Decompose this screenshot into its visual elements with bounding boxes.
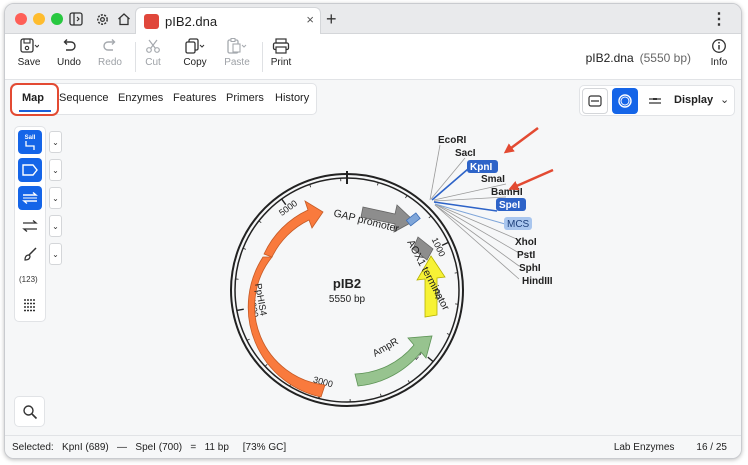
mcs-label[interactable]: MCS [507,219,530,230]
annotation-arrow-kpni [503,126,539,154]
tick-mark [446,333,450,336]
tick-label: 1000 [430,236,448,258]
enzyme-xhoi[interactable]: XhoI [515,237,537,248]
label-ampr: AmpR [371,336,401,359]
enzyme-set-label[interactable]: Lab Enzymes [614,442,675,453]
enzyme-sphi[interactable]: SphI [519,263,541,274]
tick-mark [264,364,268,367]
app-window: pIB2.dna × + ⋮ Save Undo Redo Cut Copy P… [4,3,742,459]
enzyme-kpni[interactable]: KpnI [470,162,492,173]
tick-mark [405,195,408,199]
tick-mark [407,380,411,384]
status-bar: Selected: KpnI (689) — SpeI (700) = 11 b… [5,435,741,458]
tick-label: 5000 [277,198,299,218]
enzyme-hindiii[interactable]: HindIII [522,276,553,287]
enzyme-saci[interactable]: SacI [455,148,476,159]
selection-status: Selected: KpnI (689) — SpeI (700) = 11 b… [12,442,287,453]
plasmid-length: 5550 bp [329,294,366,305]
tick-mark [236,308,244,312]
annotation-arrow-spei [508,168,554,191]
tick-mark [428,215,432,219]
tick-mark [258,220,262,224]
enzyme-bamhi[interactable]: BamHI [491,187,523,198]
kpni-leader [431,168,469,201]
enzyme-spei[interactable]: SpeI [499,200,520,211]
tick-mark [427,356,434,363]
label-ori: ori [433,289,443,299]
enzyme-ecori[interactable]: EcoRI [438,135,467,146]
plasmid-name: pIB2 [333,276,361,291]
enzyme-count: 16 / 25 [696,442,727,453]
enzyme-status: Lab Enzymes 16 / 25 [614,442,727,453]
enzyme-psti[interactable]: PstI [517,250,536,261]
plasmid-map[interactable]: 10002000300040005000 GAP promoter AOX1 t… [5,4,742,434]
enzyme-smai[interactable]: SmaI [481,174,505,185]
